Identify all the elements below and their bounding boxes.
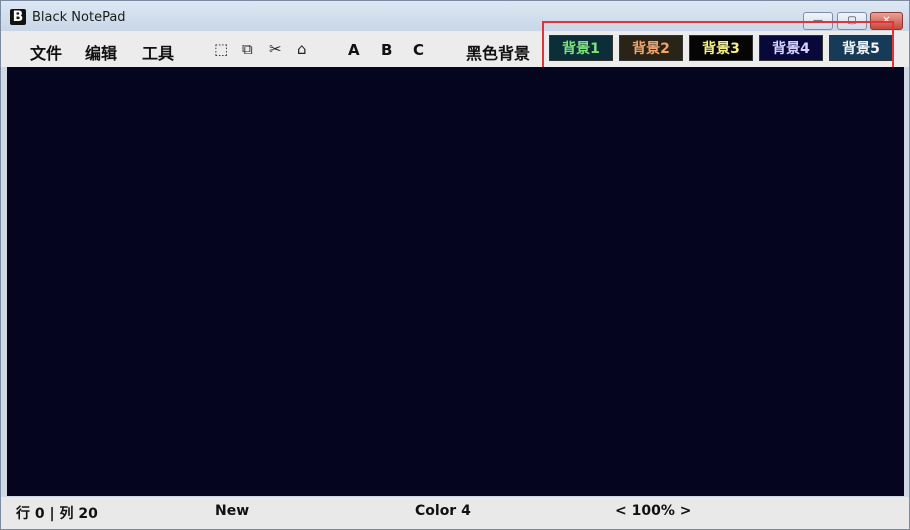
font-a-button[interactable]: A (348, 41, 360, 59)
menu-tools[interactable]: 工具 (142, 40, 174, 64)
font-b-button[interactable]: B (381, 41, 392, 59)
status-bar: 行 0 | 列 20 New Color 4 < 100% > (1, 497, 909, 529)
paste-icon[interactable]: ⌂ (297, 40, 307, 58)
zoom-control[interactable]: < 100% > (615, 503, 691, 519)
cut-icon[interactable]: ✂ (269, 40, 282, 58)
copy-icon[interactable]: ⧉ (242, 40, 253, 58)
editor-area[interactable] (7, 67, 904, 496)
file-state: New (215, 503, 250, 519)
menu-file[interactable]: 文件 (30, 40, 62, 64)
notepad-window: B Black NotePad — ▢ ✕ 文件 编辑 工具 ⬚ ⧉ ✂ ⌂ A… (0, 0, 910, 530)
cursor-position: 行 0 | 列 20 (16, 506, 98, 522)
black-background-button[interactable]: 黑色背景 (466, 40, 530, 64)
app-logo: B (10, 9, 26, 25)
select-all-icon[interactable]: ⬚ (214, 40, 228, 58)
window-title: Black NotePad (32, 10, 126, 25)
color-status: Color 4 (415, 503, 471, 519)
font-c-button[interactable]: C (413, 41, 424, 59)
menu-edit[interactable]: 编辑 (85, 40, 117, 64)
